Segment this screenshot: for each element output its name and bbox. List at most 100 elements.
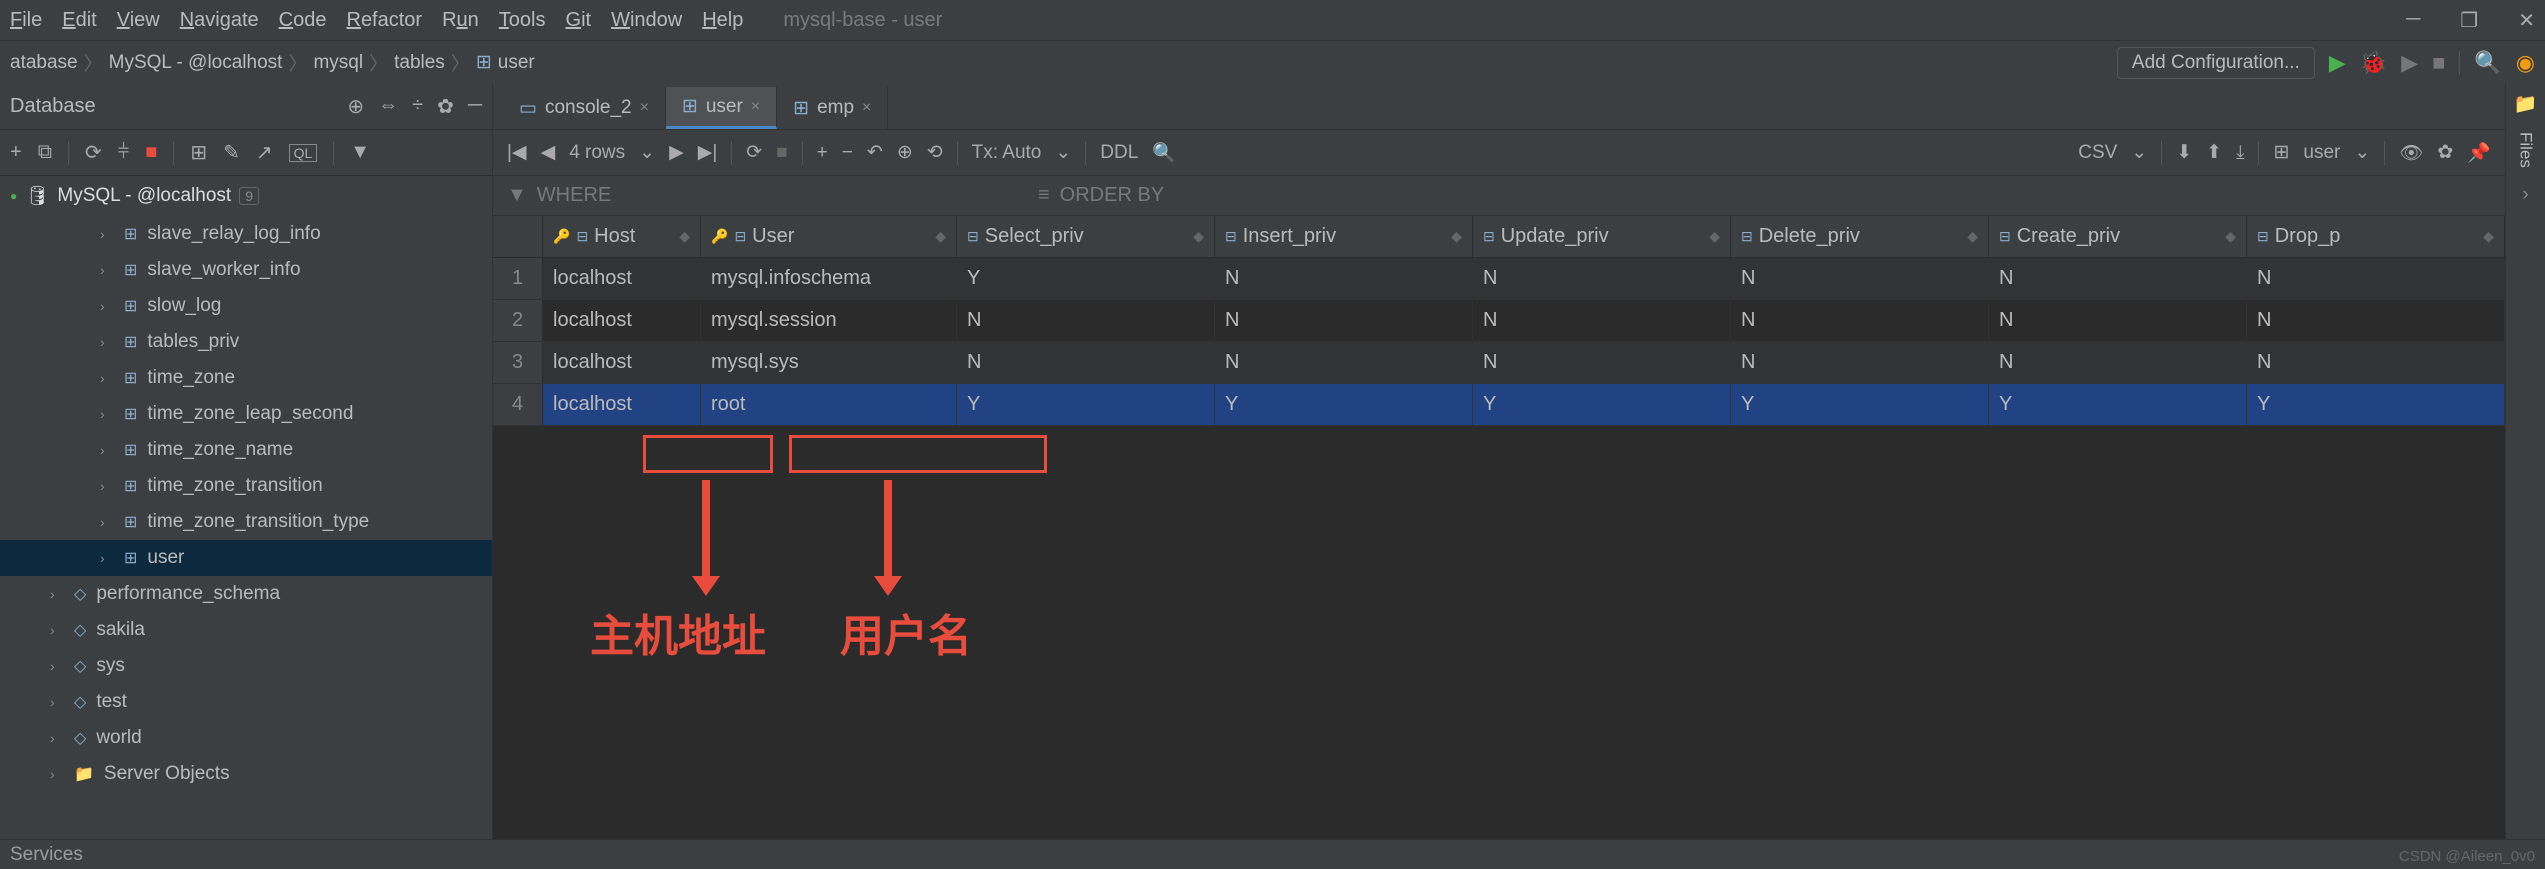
sort-icon[interactable]: ◆ xyxy=(2225,228,2236,245)
tree-item-Server Objects[interactable]: ›📁Server Objects xyxy=(0,756,492,792)
console-icon[interactable]: QL xyxy=(289,144,318,162)
cell-create[interactable]: N xyxy=(1989,300,2247,341)
first-page-icon[interactable]: |◀ xyxy=(507,141,527,164)
cell-delete[interactable]: N xyxy=(1731,300,1989,341)
column-User[interactable]: 🔑⊟User◆ xyxy=(701,216,957,257)
column-Host[interactable]: 🔑⊟Host◆ xyxy=(543,216,701,257)
search-icon[interactable]: 🔍 xyxy=(1152,141,1176,165)
gear-icon[interactable]: ✿ xyxy=(2437,141,2453,164)
cell-drop[interactable]: Y xyxy=(2247,384,2505,425)
services-label[interactable]: Services xyxy=(10,844,83,866)
crumb-4[interactable]: user xyxy=(498,52,535,74)
column-Delete_priv[interactable]: ⊟Delete_priv◆ xyxy=(1731,216,1989,257)
chevron-down-icon[interactable]: ⌄ xyxy=(639,141,655,164)
add-configuration-button[interactable]: Add Configuration... xyxy=(2117,47,2315,79)
filter-icon[interactable]: ▼ xyxy=(507,184,527,207)
cell-user[interactable]: mysql.infoschema xyxy=(701,258,957,299)
revert-icon[interactable]: ↶ xyxy=(867,141,883,164)
tree-item-sys[interactable]: ›◇sys xyxy=(0,648,492,684)
tree-item-test[interactable]: ›◇test xyxy=(0,684,492,720)
minimize-icon[interactable]: ─ xyxy=(2406,8,2420,33)
cell-create[interactable]: N xyxy=(1989,342,2247,383)
eye-icon[interactable]: 👁 xyxy=(2399,141,2423,165)
table-row[interactable]: 1localhostmysql.infoschemaYNNNNN xyxy=(493,258,2505,300)
expand-icon[interactable]: ÷ xyxy=(412,94,423,119)
tab-console_2[interactable]: ▭console_2× xyxy=(503,87,666,129)
last-page-icon[interactable]: ▶| xyxy=(698,141,718,164)
cell-delete[interactable]: N xyxy=(1731,258,1989,299)
tree-item-sakila[interactable]: ›◇sakila xyxy=(0,612,492,648)
cell-host[interactable]: localhost xyxy=(543,384,701,425)
table-row[interactable]: 4localhostrootYYYYYY xyxy=(493,384,2505,426)
refresh-icon[interactable]: ⟳ xyxy=(85,140,102,165)
tree-item-user[interactable]: ›⊞user xyxy=(0,540,492,576)
cell-host[interactable]: localhost xyxy=(543,258,701,299)
cell-select[interactable]: Y xyxy=(957,384,1215,425)
cell-user[interactable]: mysql.session xyxy=(701,300,957,341)
column-Update_priv[interactable]: ⊟Update_priv◆ xyxy=(1473,216,1731,257)
stop-icon[interactable]: ■ xyxy=(2432,50,2445,76)
chevron-right-icon[interactable]: › xyxy=(2522,184,2528,206)
sort-icon[interactable]: ◆ xyxy=(1709,228,1720,245)
cell-insert[interactable]: N xyxy=(1215,342,1473,383)
cell-select[interactable]: N xyxy=(957,300,1215,341)
export-format[interactable]: CSV xyxy=(2078,142,2117,164)
cell-insert[interactable]: Y xyxy=(1215,384,1473,425)
menu-help[interactable]: Help xyxy=(702,9,743,32)
menu-window[interactable]: Window xyxy=(611,9,682,32)
cell-user[interactable]: mysql.sys xyxy=(701,342,957,383)
crumb-0[interactable]: atabase xyxy=(10,52,78,74)
upload-icon[interactable]: ⬆ xyxy=(2206,141,2222,164)
crumb-2[interactable]: mysql xyxy=(313,52,363,74)
tab-user[interactable]: ⊞user× xyxy=(666,87,777,129)
reload-icon[interactable]: ⟳ xyxy=(746,141,762,164)
menu-edit[interactable]: Edit xyxy=(62,9,96,32)
tree-item-world[interactable]: ›◇world xyxy=(0,720,492,756)
tree-item-time_zone_leap_second[interactable]: ›⊞time_zone_leap_second xyxy=(0,396,492,432)
filter-icon[interactable]: ▼ xyxy=(350,141,370,164)
cell-host[interactable]: localhost xyxy=(543,300,701,341)
add-icon[interactable]: + xyxy=(10,141,22,164)
ddl-button[interactable]: DDL xyxy=(1100,142,1138,164)
cell-create[interactable]: Y xyxy=(1989,384,2247,425)
sort-icon[interactable]: ◆ xyxy=(1451,228,1462,245)
folder-icon[interactable]: 📁 xyxy=(2514,92,2538,116)
view-as-icon[interactable]: ⊞ xyxy=(2273,141,2289,164)
table-view-icon[interactable]: ⊞ xyxy=(190,140,207,165)
close-tab-icon[interactable]: × xyxy=(751,98,760,116)
cell-drop[interactable]: N xyxy=(2247,342,2505,383)
cell-select[interactable]: N xyxy=(957,342,1215,383)
edit-icon[interactable]: ✎ xyxy=(223,140,240,165)
cell-host[interactable]: localhost xyxy=(543,342,701,383)
duplicate-icon[interactable]: ⧉ xyxy=(38,141,52,164)
crumb-3[interactable]: tables xyxy=(394,52,445,74)
where-label[interactable]: WHERE xyxy=(537,184,611,207)
column-Select_priv[interactable]: ⊟Select_priv◆ xyxy=(957,216,1215,257)
tree-item-slave_relay_log_info[interactable]: ›⊞slave_relay_log_info xyxy=(0,216,492,252)
menu-run[interactable]: Run xyxy=(442,9,479,32)
chevron-down-icon[interactable]: ⌄ xyxy=(2354,141,2370,164)
cell-select[interactable]: Y xyxy=(957,258,1215,299)
crosshair-icon[interactable]: ⊕ xyxy=(347,94,364,119)
run-icon[interactable]: ▶ xyxy=(2329,50,2346,76)
chevron-down-icon[interactable]: ⌄ xyxy=(2131,141,2147,164)
cell-delete[interactable]: N xyxy=(1731,342,1989,383)
sort-icon[interactable]: ◆ xyxy=(1967,228,1978,245)
add-row-icon[interactable]: + xyxy=(817,142,828,164)
tree-item-tables_priv[interactable]: ›⊞tables_priv xyxy=(0,324,492,360)
update-icon[interactable]: ◉ xyxy=(2516,50,2535,76)
cell-update[interactable]: N xyxy=(1473,258,1731,299)
menu-navigate[interactable]: Navigate xyxy=(180,9,259,32)
tree-item-time_zone_name[interactable]: ›⊞time_zone_name xyxy=(0,432,492,468)
cell-update[interactable]: Y xyxy=(1473,384,1731,425)
cell-create[interactable]: N xyxy=(1989,258,2247,299)
menu-tools[interactable]: Tools xyxy=(499,9,546,32)
sort-icon[interactable]: ◆ xyxy=(1193,228,1204,245)
menu-view[interactable]: View xyxy=(117,9,160,32)
next-page-icon[interactable]: ▶ xyxy=(669,141,684,164)
import-icon[interactable]: ⤓ xyxy=(2236,142,2244,164)
view-target[interactable]: user xyxy=(2303,142,2340,164)
stop-query-icon[interactable]: ■ xyxy=(776,142,787,164)
datasource-label[interactable]: ● 🛢 MySQL - @localhost 9 xyxy=(0,176,492,216)
sort-icon[interactable]: ◆ xyxy=(935,228,946,245)
